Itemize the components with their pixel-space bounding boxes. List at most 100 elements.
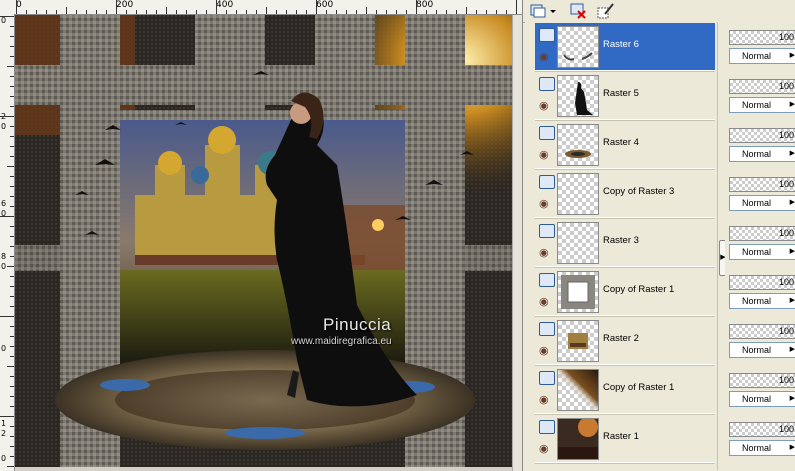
ruler-tick (10, 386, 14, 387)
opacity-slider[interactable]: 100 (729, 128, 795, 143)
layer-properties-row: 100 Normal ▶ (727, 366, 795, 413)
blend-mode-value: Normal (742, 51, 772, 61)
layer-group-icon[interactable] (539, 371, 555, 385)
opacity-slider[interactable]: 100 (729, 324, 795, 339)
ruler-tick (26, 10, 27, 14)
opacity-value: 100 (778, 81, 794, 91)
ruler-tick (396, 10, 397, 14)
ruler-tick (10, 346, 14, 347)
ruler-tick (376, 10, 377, 14)
ruler-tick (256, 10, 257, 14)
ruler-label-200: 200 (116, 0, 134, 10)
ruler-v-label: 0 (1, 122, 7, 131)
opacity-slider[interactable]: 100 (729, 226, 795, 241)
ruler-tick (466, 7, 467, 14)
layer-name: Raster 6 (603, 39, 639, 50)
ruler-tick (7, 66, 14, 67)
layer-properties-row: 100 Normal ▶ (727, 268, 795, 315)
ruler-tick (66, 7, 67, 14)
ruler-tick (46, 10, 47, 14)
opacity-value: 100 (778, 375, 794, 385)
ruler-tick (336, 10, 337, 14)
ruler-tick (16, 0, 17, 14)
ruler-tick (10, 186, 14, 187)
ruler-v-label: 1 (1, 419, 7, 428)
ruler-tick (36, 10, 37, 14)
chevron-right-icon: ▶ (789, 346, 795, 353)
blend-mode-select[interactable]: Normal ▶ (729, 293, 795, 309)
blend-mode-select[interactable]: Normal ▶ (729, 391, 795, 407)
ruler-tick (10, 376, 14, 377)
layer-row[interactable]: ◉ Raster 6 (535, 23, 715, 71)
ruler-tick (10, 156, 14, 157)
blend-mode-select[interactable]: Normal ▶ (729, 97, 795, 113)
blend-mode-select[interactable]: Normal ▶ (729, 195, 795, 211)
ruler-v-label: 6 (1, 199, 7, 208)
opacity-value: 100 (778, 179, 794, 189)
eye-icon[interactable]: ◉ (539, 150, 549, 161)
layer-group-icon[interactable] (539, 273, 555, 287)
opacity-slider[interactable]: 100 (729, 79, 795, 94)
opacity-value: 100 (778, 228, 794, 238)
ruler-tick (10, 426, 14, 427)
chevron-down-icon[interactable] (549, 2, 557, 19)
layer-row[interactable]: ◉ Raster 4 (535, 121, 715, 169)
blend-mode-value: Normal (742, 198, 772, 208)
ruler-tick (10, 146, 14, 147)
layer-properties-row: 100 Normal ▶ (727, 219, 795, 266)
ruler-tick (416, 0, 417, 14)
blend-mode-select[interactable]: Normal ▶ (729, 146, 795, 162)
layer-row[interactable]: ◉ Copy of Raster 1 (535, 268, 715, 316)
layer-group-icon[interactable] (539, 420, 555, 434)
ruler-tick (266, 7, 267, 14)
blend-mode-select[interactable]: Normal ▶ (729, 48, 795, 64)
layer-group-icon[interactable] (539, 224, 555, 238)
eye-icon[interactable]: ◉ (539, 52, 549, 63)
layer-row[interactable]: ◉ Raster 2 (535, 317, 715, 365)
edit-mask-icon[interactable] (597, 2, 615, 19)
eye-icon[interactable]: ◉ (539, 199, 549, 210)
ruler-tick (7, 466, 14, 467)
eye-icon[interactable]: ◉ (539, 101, 549, 112)
ruler-tick (236, 10, 237, 14)
new-layer-icon[interactable] (529, 2, 547, 19)
layer-row[interactable]: ◉ Raster 1 (535, 415, 715, 463)
eye-icon[interactable]: ◉ (539, 297, 549, 308)
opacity-slider[interactable]: 100 (729, 422, 795, 437)
image-canvas[interactable]: Pinuccia www.maidiregrafica.eu (15, 15, 512, 467)
layer-group-icon[interactable] (539, 126, 555, 140)
opacity-slider[interactable]: 100 (729, 177, 795, 192)
delete-layer-icon[interactable] (569, 2, 587, 19)
opacity-slider[interactable]: 100 (729, 30, 795, 45)
vertical-ruler: 0 2 0 6 0 8 0 0 1 2 0 (0, 14, 15, 471)
ruler-label-600: 600 (316, 0, 334, 10)
layer-row[interactable]: ◉ Raster 5 (535, 72, 715, 120)
layer-list: ◉ Raster 6 ◉ Raster 5 ◉ Raster 4 ◉ Copy of Rast… (525, 22, 717, 470)
layer-group-icon[interactable] (539, 28, 555, 42)
ruler-tick (366, 7, 367, 14)
blend-mode-select[interactable]: Normal ▶ (729, 342, 795, 358)
chevron-right-icon: ▶ (789, 297, 795, 304)
layer-row[interactable]: ◉ Copy of Raster 3 (535, 170, 715, 218)
eye-icon[interactable]: ◉ (539, 248, 549, 259)
layer-group-icon[interactable] (539, 322, 555, 336)
opacity-slider[interactable]: 100 (729, 373, 795, 388)
ruler-tick (10, 406, 14, 407)
layer-group-icon[interactable] (539, 175, 555, 189)
blend-mode-select[interactable]: Normal ▶ (729, 440, 795, 456)
layer-group-icon[interactable] (539, 77, 555, 91)
eye-icon[interactable]: ◉ (539, 444, 549, 455)
ruler-tick (10, 446, 14, 447)
watermark-name: Pinuccia (323, 315, 392, 334)
blend-mode-value: Normal (742, 100, 772, 110)
eye-icon[interactable]: ◉ (539, 395, 549, 406)
opacity-slider[interactable]: 100 (729, 275, 795, 290)
blend-mode-select[interactable]: Normal ▶ (729, 244, 795, 260)
ruler-tick (10, 396, 14, 397)
ruler-tick (10, 76, 14, 77)
layer-row[interactable]: ◉ Copy of Raster 1 (535, 366, 715, 414)
eye-icon[interactable]: ◉ (539, 346, 549, 357)
ruler-tick (10, 26, 14, 27)
ruler-tick (10, 136, 14, 137)
layer-row[interactable]: ◉ Raster 3 (535, 219, 715, 267)
